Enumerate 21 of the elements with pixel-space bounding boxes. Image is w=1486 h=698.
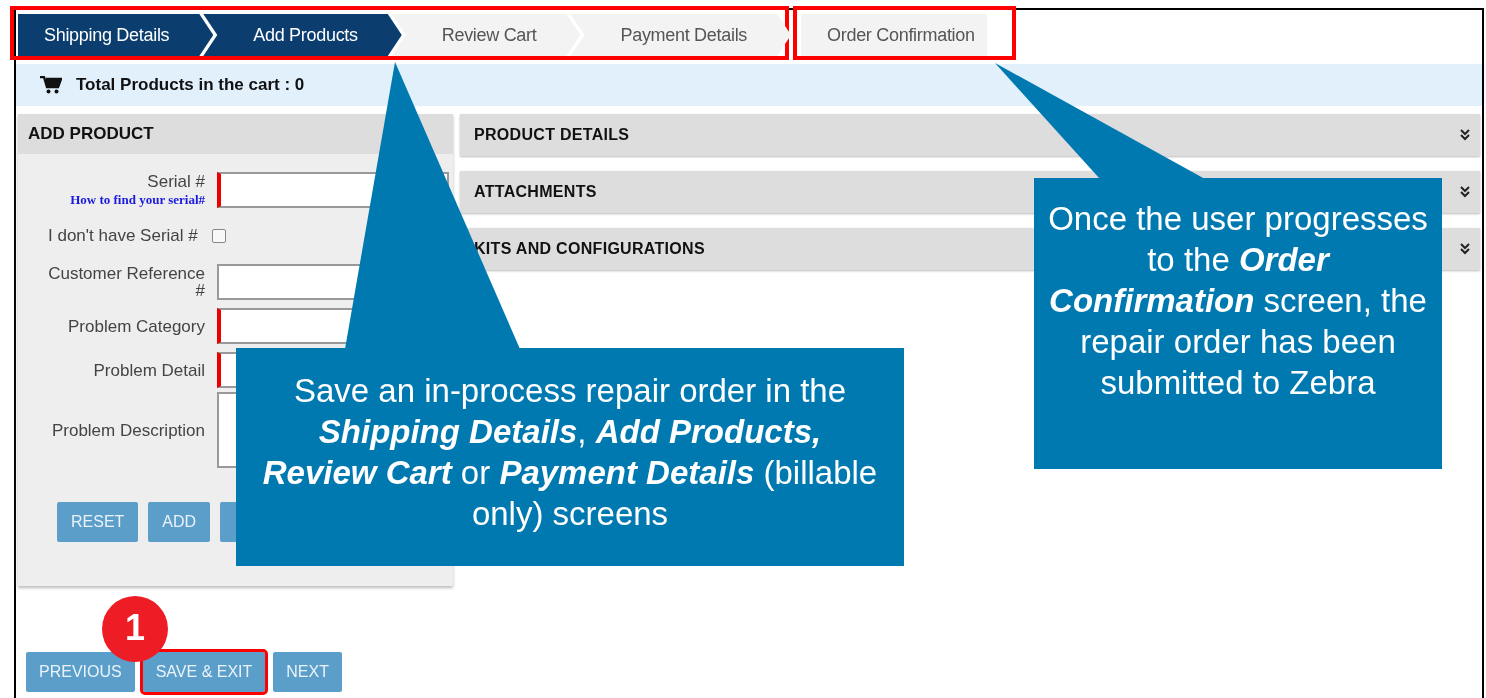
progress-step[interactable]: Shipping Details bbox=[18, 14, 214, 56]
field-label: Problem Description bbox=[51, 421, 205, 439]
field-label: Serial # bbox=[147, 172, 205, 190]
field-label: I don't have Serial # bbox=[48, 226, 198, 246]
progress-step[interactable]: Add Products bbox=[203, 14, 402, 56]
cart-summary: Total Products in the cart : 0 bbox=[76, 75, 305, 95]
checkbox[interactable] bbox=[211, 229, 226, 243]
accordion-header[interactable]: PRODUCT DETAILS bbox=[460, 114, 1480, 156]
progress-step[interactable]: Order Confirmation bbox=[801, 14, 987, 56]
help-link[interactable]: How to find your serial# bbox=[70, 191, 205, 208]
double-chevron-icon bbox=[1460, 129, 1470, 141]
progress-step[interactable]: Payment Details bbox=[570, 14, 792, 56]
double-chevron-icon bbox=[1460, 243, 1470, 255]
double-chevron-icon bbox=[1460, 186, 1470, 198]
step-number-badge: 1 bbox=[102, 596, 168, 662]
progress-step[interactable]: Review Cart bbox=[391, 14, 581, 56]
cart-icon bbox=[40, 76, 62, 94]
panel-title: ADD PRODUCT bbox=[18, 114, 453, 154]
field-label: Problem Detail bbox=[93, 361, 205, 379]
field-label: Problem Category bbox=[68, 317, 205, 335]
field-label: Customer Reference # bbox=[47, 265, 205, 299]
